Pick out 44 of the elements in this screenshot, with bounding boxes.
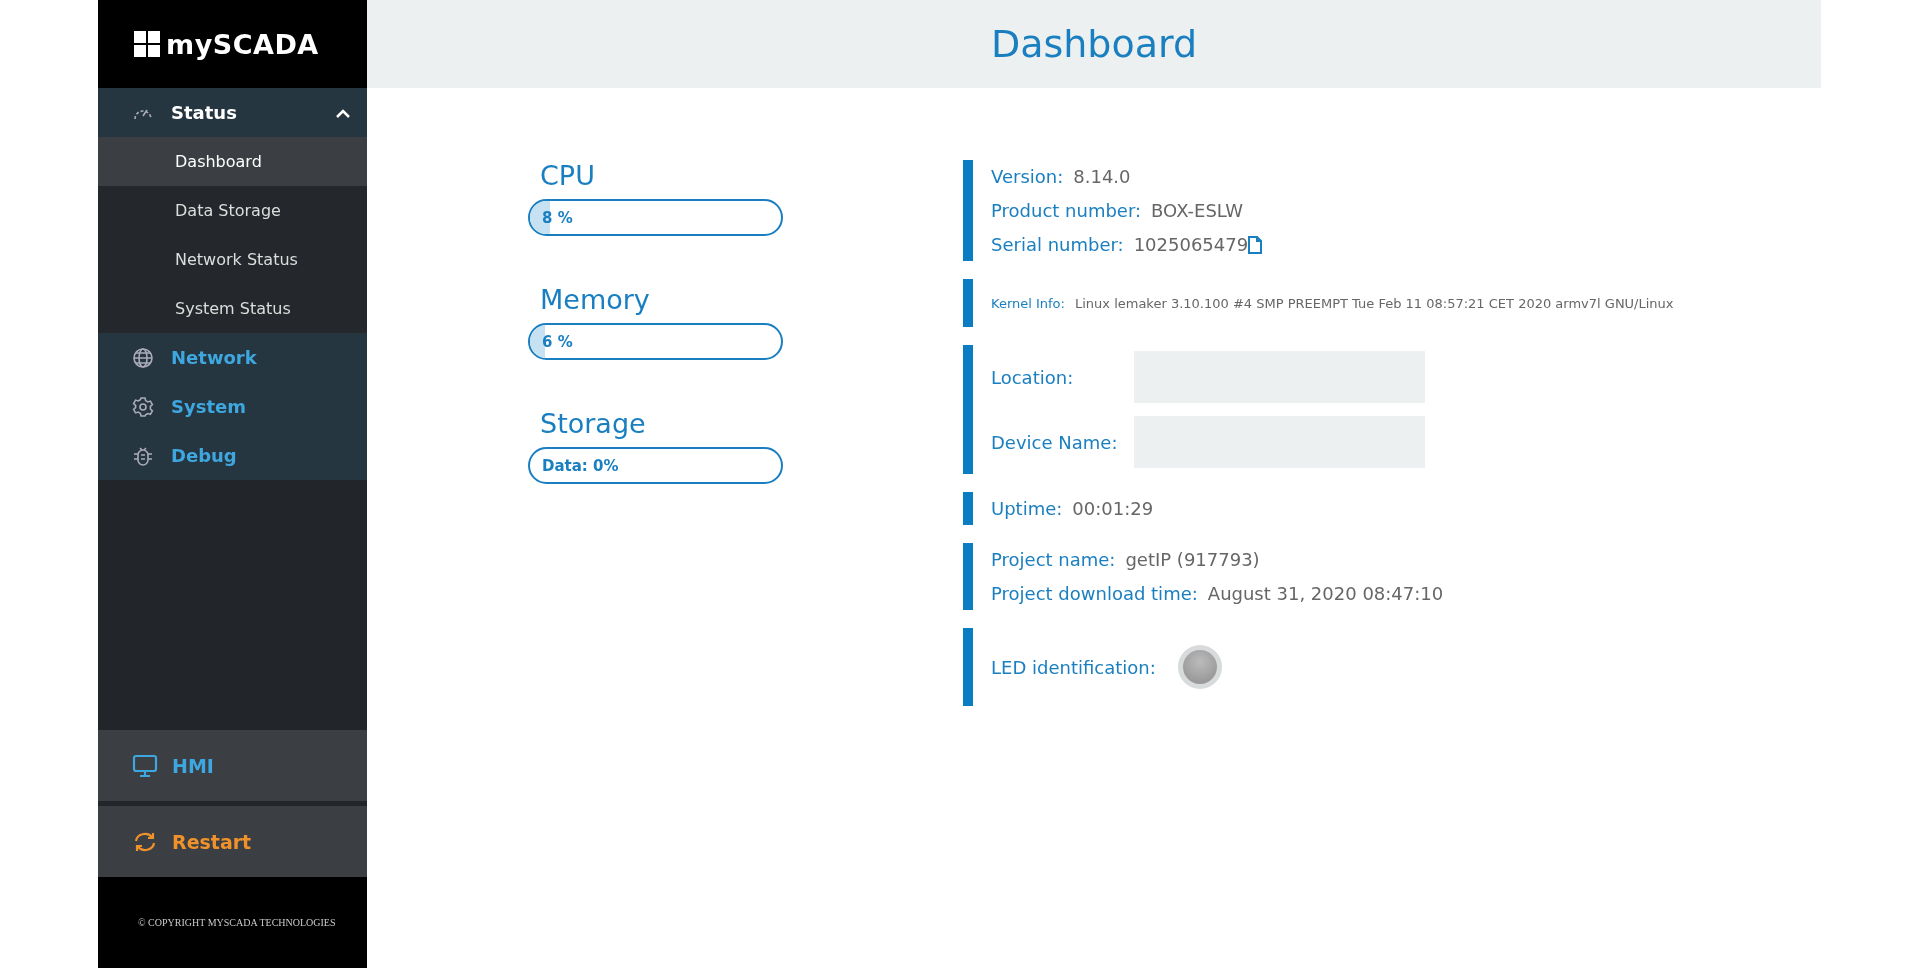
sidebar-section[interactable]: Status	[98, 88, 367, 137]
accent-bar	[963, 279, 973, 327]
globe-icon	[132, 346, 154, 369]
copyright-text: © COPYRIGHT MYSCADA TECHNOLOGIES	[138, 917, 336, 928]
info-value: BOX-ESLW	[1151, 200, 1244, 221]
logo-text: mySCADA	[166, 28, 319, 60]
chevron-up-icon	[335, 107, 351, 118]
info-value: Linux lemaker 3.10.100 #4 SMP PREEMPT Tue Feb 11 08:57:21 CET 2020 armv7l GNU/Linux	[1074, 295, 1674, 311]
info-value: 00:01:29	[1072, 498, 1154, 519]
gauge-reading: 8 %	[542, 208, 573, 227]
info-label: Project download time:	[991, 583, 1198, 604]
info-label: Product number:	[991, 200, 1142, 221]
info-value: 1025065479	[1133, 234, 1249, 255]
info-label: Uptime:	[991, 498, 1063, 519]
sidebar-section[interactable]: Network	[98, 333, 367, 382]
info-value: August 31, 2020 08:47:10	[1207, 583, 1444, 604]
sidebar-section[interactable]: Debug	[98, 431, 367, 480]
led-indicator[interactable]	[1177, 645, 1222, 689]
sidebar-item[interactable]: Dashboard	[98, 137, 367, 186]
accent-bar	[963, 543, 973, 610]
hmi-button[interactable]: HMI	[98, 730, 367, 801]
info-label: Version:	[991, 166, 1064, 187]
gauge-title: Memory	[540, 284, 650, 315]
accent-bar	[963, 492, 973, 525]
gauge-title: CPU	[540, 160, 595, 191]
monitor-icon	[132, 753, 158, 778]
info-label: Device Name:	[991, 431, 1119, 453]
info-label: LED identification:	[991, 656, 1156, 678]
gauge-reading: Data: 0%	[542, 456, 619, 475]
gauge-title: Storage	[540, 408, 646, 439]
copy-icon[interactable]	[1248, 235, 1263, 254]
restart-button[interactable]: Restart	[98, 806, 367, 877]
settings-icon	[132, 395, 154, 418]
info-value: 8.14.0	[1073, 166, 1131, 187]
info-label: Project name:	[991, 549, 1116, 570]
info-label: Serial number:	[991, 234, 1124, 255]
info-label: Kernel Info:	[991, 295, 1065, 311]
info-label: Location:	[991, 366, 1075, 388]
page-title: Dashboard	[990, 22, 1198, 66]
sidebar-section[interactable]: System	[98, 382, 367, 431]
bug-icon	[132, 444, 154, 467]
logo-icon	[134, 31, 160, 57]
info-value: getIP (917793)	[1125, 549, 1260, 570]
gauge-reading: 6 %	[542, 332, 573, 351]
